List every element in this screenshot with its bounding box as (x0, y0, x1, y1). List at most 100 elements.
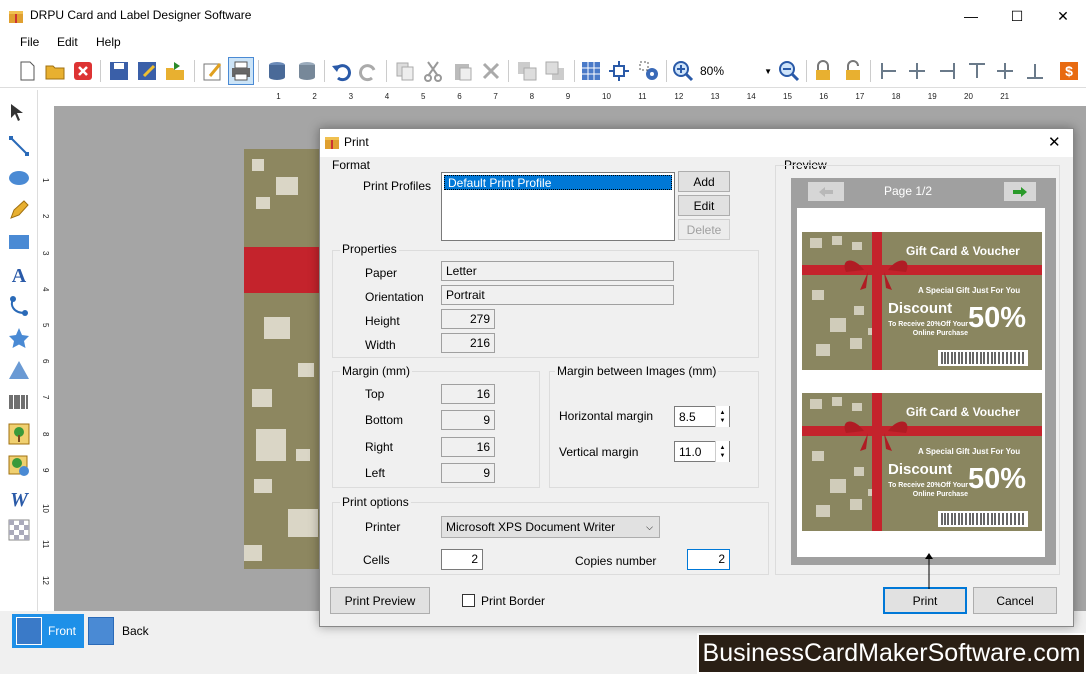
spinner-arrows-icon[interactable]: ▲ ▼ (715, 441, 729, 462)
tab-back[interactable]: Back (86, 614, 156, 648)
dialog-close-button[interactable]: ✕ (1048, 133, 1061, 151)
edit-button[interactable] (200, 57, 226, 85)
send-back-button[interactable] (542, 57, 568, 85)
ellipse-tool[interactable] (6, 165, 32, 191)
fit-button[interactable] (606, 57, 632, 85)
unlock-button[interactable] (840, 57, 866, 85)
arc-tool[interactable] (6, 293, 32, 319)
redo-button[interactable] (356, 57, 382, 85)
delete-button[interactable] (478, 57, 504, 85)
maximize-button[interactable]: ☐ (994, 0, 1040, 32)
background-tool[interactable] (6, 517, 32, 543)
rectangle-tool[interactable] (6, 229, 32, 255)
database-import-button[interactable] (264, 57, 290, 85)
menu-edit[interactable]: Edit (57, 35, 78, 49)
ruler-tick-label: 13 (710, 92, 720, 101)
align-top-button[interactable] (964, 57, 990, 85)
print-button[interactable]: Print (883, 587, 967, 614)
export-button[interactable] (162, 57, 188, 85)
ruler-tick-label: 8 (529, 92, 535, 101)
text-icon: A (12, 265, 27, 285)
dialog-title: Print (344, 135, 369, 149)
zoom-select[interactable]: 80% ▼ (700, 62, 772, 80)
settings-icon (639, 61, 658, 80)
cancel-button[interactable]: Cancel (973, 587, 1057, 614)
properties-group-label: Properties (340, 242, 399, 256)
print-preview-button[interactable]: Print Preview (330, 587, 430, 614)
spinner-arrows-icon[interactable]: ▲ ▼ (715, 406, 729, 427)
ruler-tick-label: 3 (41, 250, 50, 256)
align-center-button[interactable] (904, 57, 930, 85)
ruler-tick-label: 11 (638, 92, 647, 101)
ruler-tick-label: 12 (674, 92, 684, 101)
copies-input[interactable]: 2 (687, 549, 730, 570)
new-button[interactable] (14, 57, 40, 85)
grid-button[interactable] (578, 57, 604, 85)
print-border-checkbox[interactable] (462, 594, 475, 607)
database-import-icon (269, 62, 285, 80)
paste-button[interactable] (450, 57, 476, 85)
horizontal-margin-spinner[interactable]: 8.5 ▲ ▼ (674, 406, 730, 427)
profile-item[interactable]: Default Print Profile (444, 175, 672, 190)
line-tool[interactable] (6, 133, 32, 159)
select-tool[interactable] (6, 100, 32, 126)
align-left-icon (881, 63, 896, 79)
align-right-button[interactable] (934, 57, 960, 85)
settings-button[interactable] (636, 57, 662, 85)
close-doc-button[interactable] (70, 57, 96, 85)
open-button[interactable] (42, 57, 68, 85)
menu-bar (0, 32, 1086, 54)
print-border-label[interactable]: Print Border (481, 594, 545, 608)
barcode-tool[interactable] (6, 389, 32, 415)
add-profile-button[interactable]: Add (678, 171, 730, 192)
menu-file[interactable]: File (20, 35, 39, 49)
margin-between-group-label: Margin between Images (mm) (555, 364, 719, 378)
text-tool[interactable]: A (6, 261, 32, 287)
print-button[interactable] (228, 57, 254, 85)
delete-profile-button[interactable]: Delete (678, 219, 730, 240)
menu-help[interactable]: Help (96, 35, 121, 49)
card-design[interactable] (244, 149, 324, 569)
image-library-tool[interactable] (6, 453, 32, 479)
align-middle-button[interactable] (992, 57, 1018, 85)
wordart-tool[interactable]: W (6, 485, 32, 511)
align-bottom-button[interactable] (1022, 57, 1048, 85)
bring-front-button[interactable] (514, 57, 540, 85)
printer-select[interactable]: Microsoft XPS Document Writer ⌵ (441, 516, 660, 538)
database-button[interactable] (294, 57, 320, 85)
save-button[interactable] (106, 57, 132, 85)
star-tool[interactable] (6, 325, 32, 351)
margin-right-label: Right (365, 440, 394, 454)
print-profiles-list[interactable]: Default Print Profile (441, 172, 675, 241)
image-tool[interactable] (6, 421, 32, 447)
ruler-tick-label: 7 (493, 92, 498, 101)
align-left-button[interactable] (876, 57, 902, 85)
zoom-out-button[interactable] (776, 57, 802, 85)
paper-label: Paper (365, 266, 398, 280)
close-icon (74, 62, 92, 80)
prev-page-button[interactable] (808, 182, 844, 201)
chevron-down-icon: ▼ (764, 66, 772, 76)
print-dialog: Print ✕ Format Print Profiles Default Pr… (319, 128, 1074, 627)
copy-button[interactable] (392, 57, 418, 85)
price-button[interactable]: $ (1056, 57, 1082, 85)
ruler-tick-label: 3 (348, 92, 354, 101)
next-page-button[interactable] (1004, 182, 1036, 201)
image-icon (8, 423, 30, 445)
cut-button[interactable] (420, 57, 446, 85)
cells-input[interactable]: 2 (441, 549, 483, 570)
pencil-tool[interactable] (6, 197, 32, 223)
undo-button[interactable] (328, 57, 354, 85)
triangle-tool[interactable] (6, 357, 32, 383)
edit-profile-button[interactable]: Edit (678, 195, 730, 216)
tab-front[interactable]: Front (12, 614, 84, 648)
save-as-button[interactable] (134, 57, 160, 85)
ruler-tick-label: 9 (41, 467, 50, 473)
zoom-in-button[interactable] (670, 57, 696, 85)
close-window-button[interactable]: ✕ (1040, 0, 1086, 32)
minimize-button[interactable]: — (948, 0, 994, 32)
tab-back-label: Back (122, 624, 149, 638)
lock-button[interactable] (810, 57, 836, 85)
ruler-tick-label: 19 (927, 92, 937, 101)
vertical-margin-spinner[interactable]: 11.0 ▲ ▼ (674, 441, 730, 462)
